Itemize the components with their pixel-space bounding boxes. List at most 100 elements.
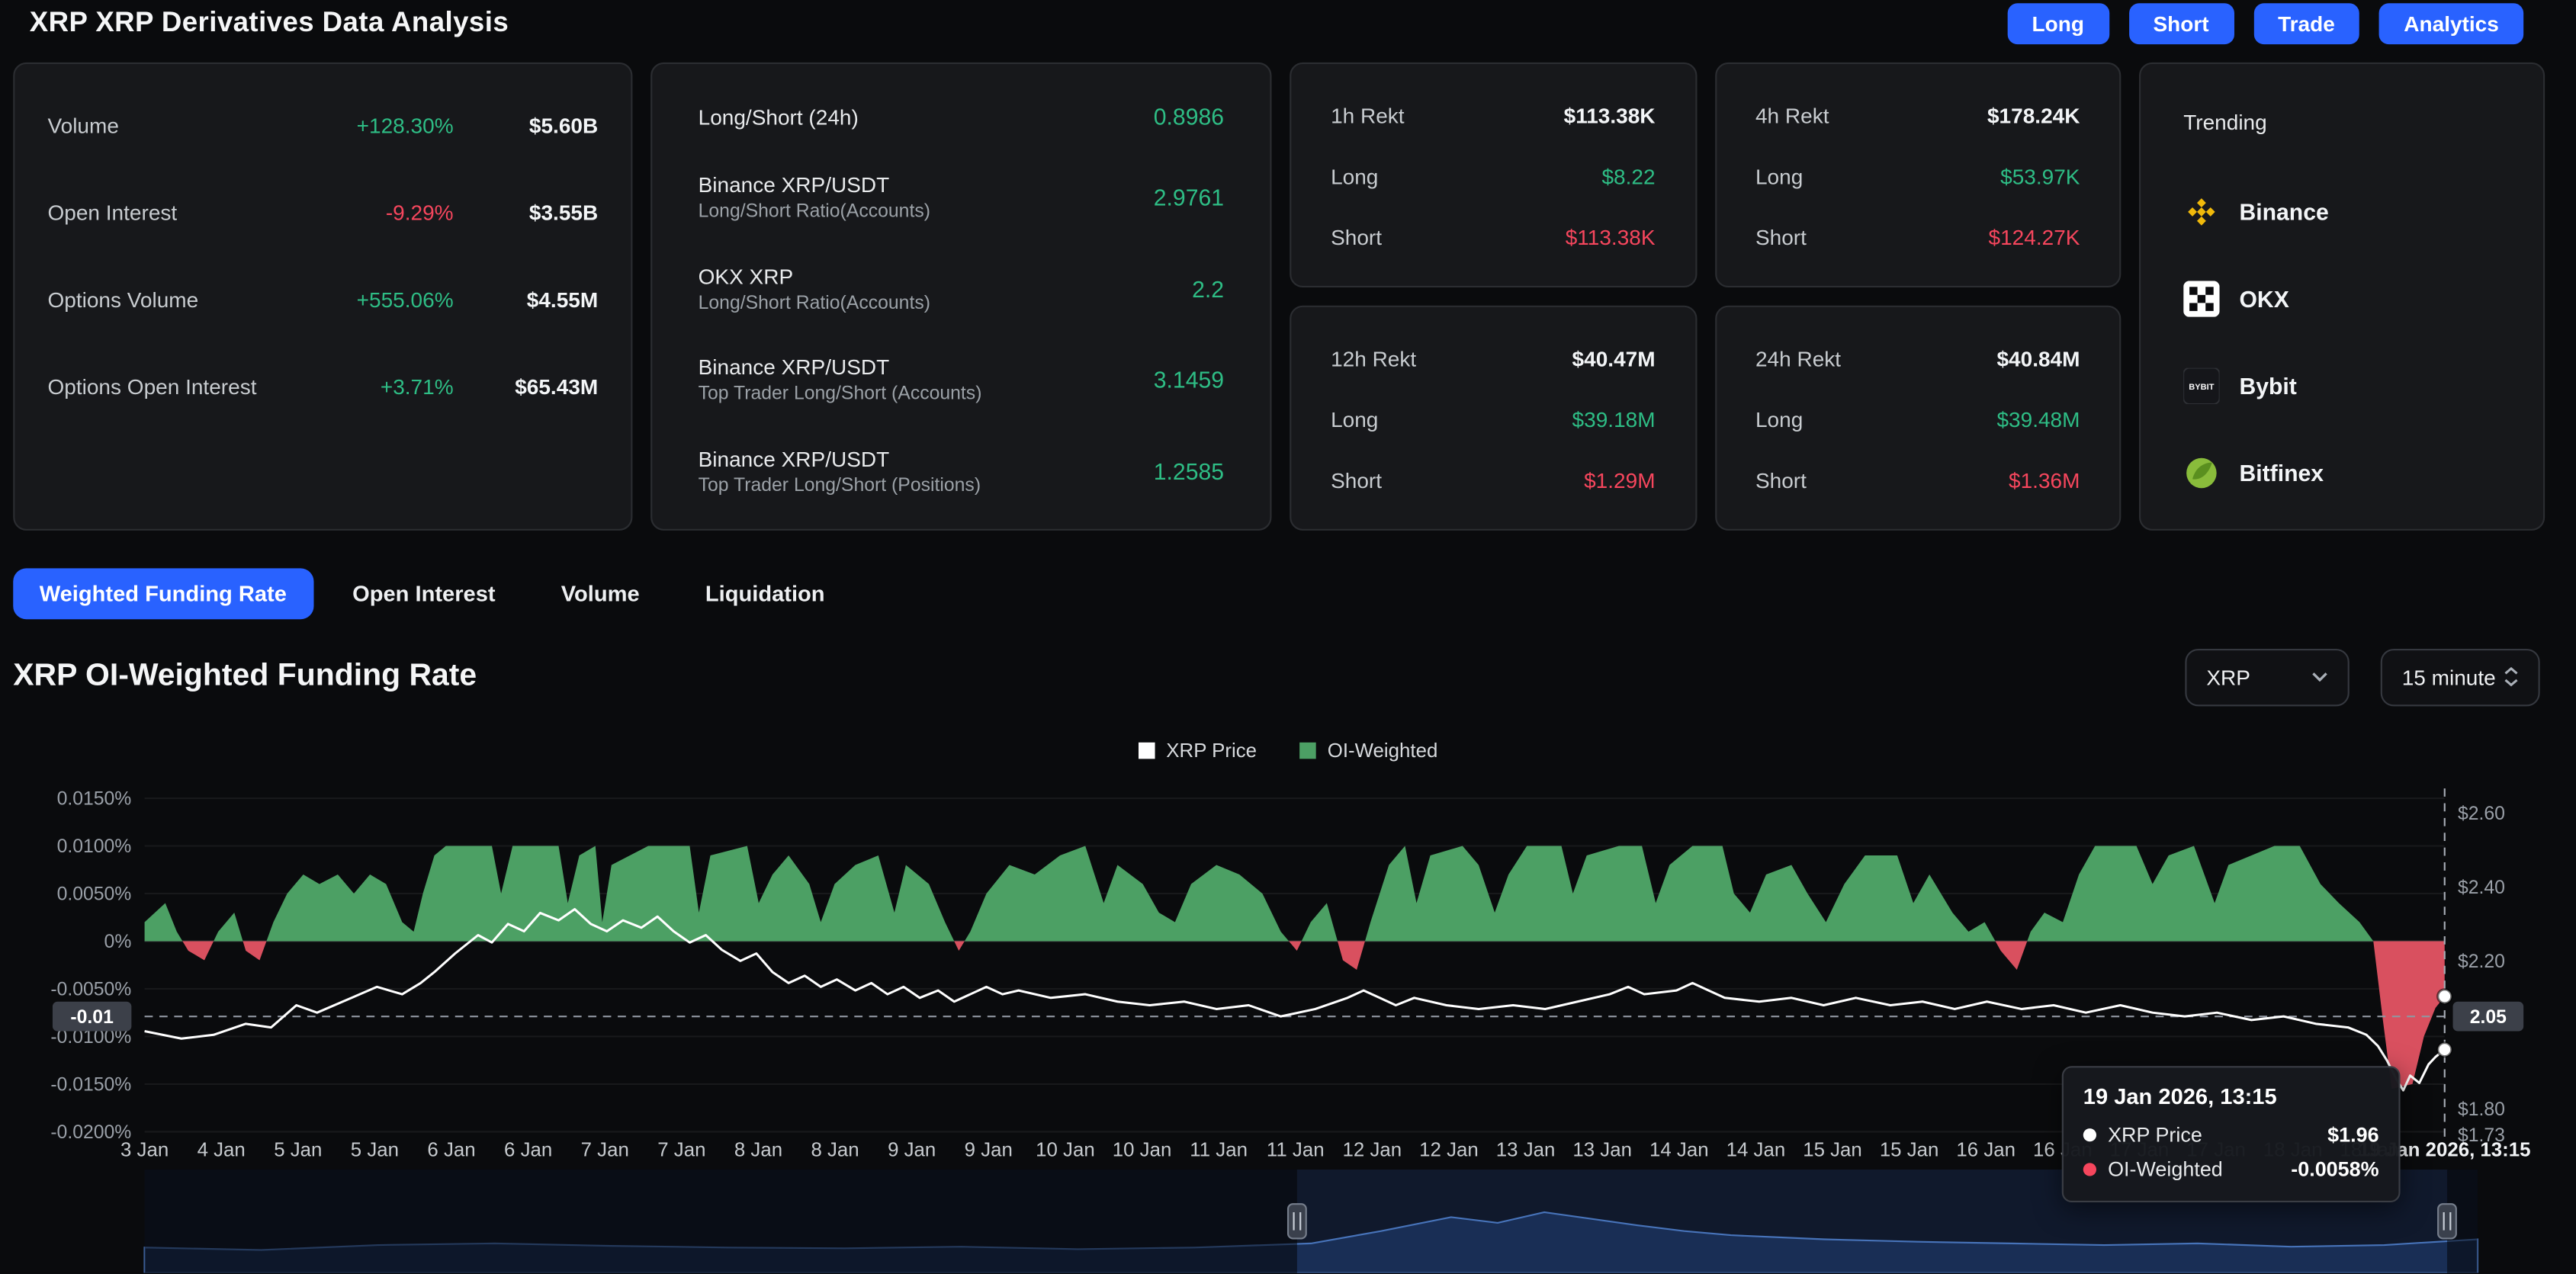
rekt-short-label: Short (1755, 468, 1807, 493)
rekt-long-label: Long (1331, 407, 1378, 432)
chart-title: XRP OI-Weighted Funding Rate (13, 659, 477, 695)
rekt-card-24h: 24h Rekt$40.84M Long$39.48M Short$1.36M (1714, 306, 2121, 531)
svg-text:16 Jan: 16 Jan (1956, 1140, 2016, 1161)
symbol-select-value: XRP (2206, 664, 2250, 688)
up-down-arrows-icon (2504, 667, 2518, 687)
rekt-short-value: $1.29M (1584, 468, 1655, 493)
chart-tabs: Weighted Funding Rate Open Interest Volu… (13, 568, 851, 619)
price-dot-icon (2083, 1128, 2096, 1141)
stat-label: Open Interest (47, 201, 177, 225)
tooltip-value: $1.96 (2327, 1124, 2378, 1147)
tooltip-label: OI-Weighted (2108, 1158, 2223, 1181)
trending-item-bybit[interactable]: BYBIT Bybit (2183, 342, 2501, 428)
svg-text:$1.80: $1.80 (2458, 1099, 2505, 1120)
legend-label: OI-Weighted (1328, 739, 1438, 762)
trending-item-binance[interactable]: Binance (2183, 168, 2501, 255)
svg-text:-0.01: -0.01 (70, 1007, 114, 1028)
svg-text:7 Jan: 7 Jan (657, 1140, 705, 1161)
ratio-row: Binance XRP/USDT Top Trader Long/Short (… (699, 447, 1224, 496)
ratio-subtitle: Long/Short Ratio(Accounts) (699, 201, 930, 221)
rekt-total: $40.84M (1996, 347, 2080, 371)
summary-cards-row: Volume +128.30% $5.60B Open Interest -9.… (13, 63, 2545, 531)
svg-text:8 Jan: 8 Jan (734, 1140, 782, 1161)
stat-value: $4.55M (454, 287, 599, 312)
svg-text:-0.0050%: -0.0050% (50, 980, 131, 1000)
oi-weighted-swatch-icon (1299, 743, 1316, 759)
trending-item-bitfinex[interactable]: Bitfinex (2183, 428, 2501, 515)
rekt-total: $178.24K (1987, 104, 2080, 128)
rekt-short-value: $113.38K (1566, 225, 1656, 249)
rekt-long-label: Long (1331, 164, 1378, 188)
svg-text:15 Jan: 15 Jan (1803, 1140, 1862, 1161)
legend-item-xrp-price[interactable]: XRP Price (1139, 739, 1257, 762)
svg-text:9 Jan: 9 Jan (965, 1140, 1013, 1161)
rekt-short-label: Short (1331, 468, 1382, 493)
trade-button[interactable]: Trade (2253, 2, 2359, 43)
stat-label: Volume (47, 114, 118, 138)
chart-section-header: XRP OI-Weighted Funding Rate XRP 15 minu… (13, 647, 2539, 707)
svg-text:5 Jan: 5 Jan (274, 1140, 322, 1161)
rekt-long-value: $8.22 (1601, 164, 1655, 188)
rekt-short-value: $124.27K (1989, 225, 2080, 249)
rekt-total: $40.47M (1572, 347, 1656, 371)
svg-text:11 Jan: 11 Jan (1267, 1140, 1325, 1161)
ratio-title: Long/Short (24h) (699, 104, 859, 129)
rekt-long-label: Long (1755, 164, 1803, 188)
rekt-long-value: $53.97K (2000, 164, 2080, 188)
rekt-long-value: $39.48M (1996, 407, 2080, 432)
svg-text:6 Jan: 6 Jan (504, 1140, 552, 1161)
svg-text:10 Jan: 10 Jan (1113, 1140, 1172, 1161)
svg-text:0.0150%: 0.0150% (57, 789, 132, 810)
stat-change: +128.30% (357, 114, 454, 138)
long-short-ratios-card: Long/Short (24h) 0.8986 Binance XRP/USDT… (650, 63, 1271, 531)
tab-liquidation[interactable]: Liquidation (679, 568, 851, 619)
stat-row-options-volume: Options Volume +555.06% $4.55M (47, 287, 598, 312)
ratio-subtitle: Top Trader Long/Short (Positions) (699, 477, 981, 496)
trending-name: Bitfinex (2239, 459, 2324, 485)
tooltip-value: -0.0058% (2291, 1158, 2378, 1181)
symbol-select[interactable]: XRP (2185, 648, 2349, 705)
trending-item-okx[interactable]: OKX (2183, 255, 2501, 342)
tab-weighted-funding-rate[interactable]: Weighted Funding Rate (13, 568, 313, 619)
oi-weighted-dot-icon (2083, 1163, 2096, 1176)
rekt-short-label: Short (1331, 225, 1382, 249)
svg-text:14 Jan: 14 Jan (1726, 1140, 1786, 1161)
svg-text:5 Jan: 5 Jan (351, 1140, 399, 1161)
chart-legend: XRP Price OI-Weighted (0, 739, 2576, 762)
analytics-button[interactable]: Analytics (2379, 2, 2523, 43)
ratio-row: Long/Short (24h) 0.8986 (699, 104, 1224, 130)
stat-change: +555.06% (357, 287, 454, 312)
rekt-short-label: Short (1755, 225, 1807, 249)
ratio-value: 3.1459 (1154, 367, 1224, 393)
bybit-icon: BYBIT (2183, 367, 2219, 403)
svg-text:12 Jan: 12 Jan (1343, 1140, 1402, 1161)
svg-text:$2.60: $2.60 (2458, 804, 2505, 824)
interval-select[interactable]: 15 minute (2381, 648, 2540, 705)
chevron-down-icon (2311, 672, 2328, 682)
legend-item-oi-weighted[interactable]: OI-Weighted (1299, 739, 1437, 762)
svg-text:9 Jan: 9 Jan (888, 1140, 936, 1161)
stat-value: $65.43M (454, 374, 599, 399)
rekt-long-value: $39.18M (1572, 407, 1656, 432)
rekt-short-value: $1.36M (2009, 468, 2080, 493)
rekt-card-12h: 12h Rekt$40.47M Long$39.18M Short$1.29M (1290, 306, 1696, 531)
svg-text:14 Jan: 14 Jan (1649, 1140, 1709, 1161)
rekt-total: $113.38K (1564, 104, 1656, 128)
binance-icon (2183, 193, 2219, 229)
tab-open-interest[interactable]: Open Interest (326, 568, 522, 619)
rekt-card-1h: 1h Rekt$113.38K Long$8.22 Short$113.38K (1290, 63, 1696, 287)
stat-value: $3.55B (454, 201, 599, 225)
short-button[interactable]: Short (2128, 2, 2234, 43)
long-button[interactable]: Long (2007, 2, 2109, 43)
rekt-cards-grid: 1h Rekt$113.38K Long$8.22 Short$113.38K … (1290, 63, 2121, 531)
tab-volume[interactable]: Volume (535, 568, 666, 619)
okx-icon (2183, 280, 2219, 316)
svg-text:7 Jan: 7 Jan (581, 1140, 629, 1161)
svg-text:4 Jan: 4 Jan (198, 1140, 246, 1161)
svg-text:2.05: 2.05 (2470, 1007, 2507, 1028)
ratio-value: 2.2 (1192, 275, 1224, 301)
svg-text:10 Jan: 10 Jan (1036, 1140, 1095, 1161)
rekt-period: 4h Rekt (1755, 104, 1829, 128)
ratio-subtitle: Top Trader Long/Short (Accounts) (699, 385, 982, 405)
svg-text:13 Jan: 13 Jan (1496, 1140, 1556, 1161)
